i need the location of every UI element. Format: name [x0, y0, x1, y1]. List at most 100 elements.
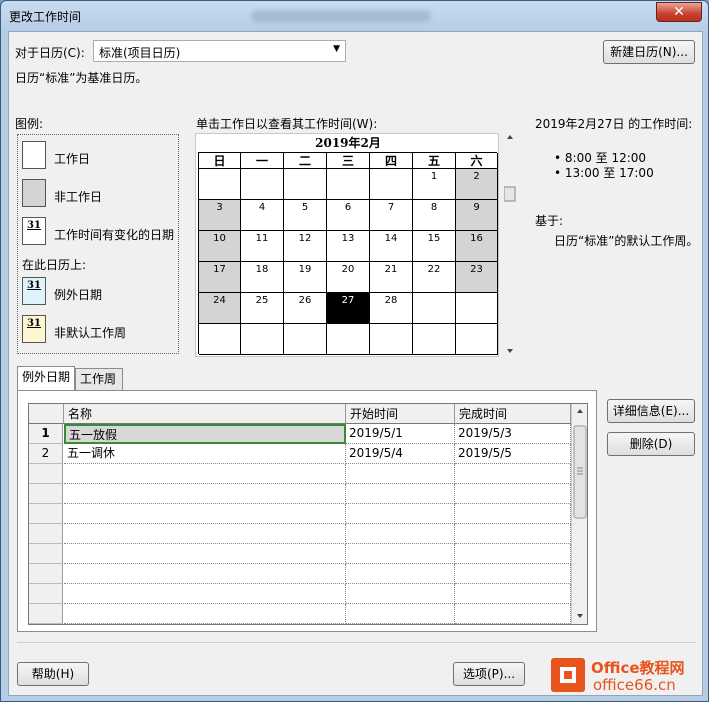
calendar-day-cell[interactable]: 23 [456, 262, 498, 293]
calendar-day-cell[interactable]: 26 [284, 293, 327, 324]
legend-nonworking-day: 非工作日 [54, 190, 103, 204]
calendar-scrollbar[interactable] [503, 133, 516, 357]
delete-button[interactable]: 删除(D) [607, 432, 695, 456]
table-cell-finish[interactable]: 2019/5/3 [455, 424, 571, 444]
row-header[interactable]: 2 [29, 444, 63, 464]
table-cell-start[interactable]: 2019/5/1 [346, 424, 455, 444]
calendar-day-cell[interactable]: 5 [284, 200, 327, 231]
calendar-day-cell[interactable] [199, 169, 241, 200]
table-cell-name[interactable] [64, 604, 346, 624]
table-cell-start[interactable] [346, 504, 455, 524]
table-cell-finish[interactable] [455, 524, 571, 544]
calendar-day-cell[interactable] [413, 293, 456, 324]
calendar-day-cell[interactable] [413, 324, 456, 355]
calendar-day-cell[interactable] [327, 169, 370, 200]
tab-exceptions[interactable]: 例外日期 [17, 366, 75, 391]
row-header[interactable] [29, 564, 63, 584]
table-cell-finish[interactable] [455, 504, 571, 524]
column-header-start[interactable]: 开始时间 [346, 404, 455, 424]
table-cell-finish[interactable] [455, 544, 571, 564]
calendar-day-cell[interactable]: 9 [456, 200, 498, 231]
calendar-day-cell[interactable]: 8 [413, 200, 456, 231]
table-cell-start[interactable] [346, 524, 455, 544]
row-header[interactable] [29, 524, 63, 544]
calendar-day-cell[interactable]: 16 [456, 231, 498, 262]
table-cell-name[interactable]: 五一放假 [64, 424, 346, 444]
table-cell-finish[interactable] [455, 464, 571, 484]
row-header[interactable] [29, 484, 63, 504]
calendar-day-cell[interactable]: 14 [370, 231, 413, 262]
calendar-day-cell[interactable] [241, 324, 284, 355]
table-cell-start[interactable] [346, 604, 455, 624]
row-header[interactable] [29, 604, 63, 624]
calendar-select[interactable]: 标准(项目日历) ▼ [93, 40, 346, 62]
table-cell-name[interactable] [64, 504, 346, 524]
calendar-day-cell[interactable] [284, 324, 327, 355]
row-header[interactable] [29, 584, 63, 604]
calendar-day-cell[interactable]: 18 [241, 262, 284, 293]
calendar-day-cell[interactable]: 17 [199, 262, 241, 293]
table-cell-start[interactable] [346, 584, 455, 604]
calendar-day-cell[interactable] [456, 293, 498, 324]
table-cell-start[interactable] [346, 464, 455, 484]
calendar-day-cell[interactable]: 27 [327, 293, 370, 324]
table-cell-finish[interactable] [455, 484, 571, 504]
calendar-day-cell[interactable]: 22 [413, 262, 456, 293]
calendar-day-cell[interactable]: 1 [413, 169, 456, 200]
options-button[interactable]: 选项(P)... [453, 662, 525, 686]
calendar-day-cell[interactable]: 15 [413, 231, 456, 262]
calendar-day-cell[interactable] [456, 324, 498, 355]
table-cell-start[interactable] [346, 544, 455, 564]
table-cell-name[interactable] [64, 564, 346, 584]
table-cell-finish[interactable]: 2019/5/5 [455, 444, 571, 464]
column-header-name[interactable]: 名称 [64, 404, 346, 424]
table-cell-start[interactable]: 2019/5/4 [346, 444, 455, 464]
calendar-day-cell[interactable]: 10 [199, 231, 241, 262]
calendar-day-cell[interactable]: 24 [199, 293, 241, 324]
calendar-day-cell[interactable]: 28 [370, 293, 413, 324]
table-cell-name[interactable]: 五一调休 [64, 444, 346, 464]
calendar-day-cell[interactable]: 21 [370, 262, 413, 293]
calendar-day-number: 17 [213, 264, 226, 275]
table-scrollbar[interactable] [571, 404, 587, 624]
calendar-day-cell[interactable]: 6 [327, 200, 370, 231]
table-cell-name[interactable] [64, 544, 346, 564]
row-header[interactable] [29, 504, 63, 524]
table-cell-start[interactable] [346, 484, 455, 504]
column-header-finish[interactable]: 完成时间 [455, 404, 571, 424]
table-cell-name[interactable] [64, 524, 346, 544]
calendar-day-cell[interactable]: 19 [284, 262, 327, 293]
calendar-day-cell[interactable]: 13 [327, 231, 370, 262]
calendar-day-cell[interactable]: 4 [241, 200, 284, 231]
calendar-day-cell[interactable] [241, 169, 284, 200]
row-header[interactable]: 1 [29, 424, 63, 444]
table-cell-name[interactable] [64, 484, 346, 504]
calendar-day-cell[interactable]: 12 [284, 231, 327, 262]
calendar-day-cell[interactable] [370, 324, 413, 355]
calendar-day-cell[interactable]: 25 [241, 293, 284, 324]
new-calendar-button[interactable]: 新建日历(N)... [603, 40, 695, 64]
table-cell-finish[interactable] [455, 604, 571, 624]
row-header[interactable] [29, 464, 63, 484]
help-button[interactable]: 帮助(H) [17, 662, 89, 686]
exceptions-table: 名称 开始时间 完成时间 1 五一放假 2019/5/1 2019/5/3 2 五一调休 2… [28, 403, 588, 625]
table-cell-name[interactable] [64, 584, 346, 604]
calendar-day-cell[interactable]: 20 [327, 262, 370, 293]
calendar-day-cell[interactable] [327, 324, 370, 355]
tab-work-weeks[interactable]: 工作周 [75, 368, 123, 390]
table-cell-name[interactable] [64, 464, 346, 484]
details-button[interactable]: 详细信息(E)... [607, 399, 695, 423]
table-cell-finish[interactable] [455, 564, 571, 584]
calendar-day-cell[interactable]: 7 [370, 200, 413, 231]
calendar-day-cell[interactable]: 3 [199, 200, 241, 231]
row-header[interactable] [29, 544, 63, 564]
calendar-day-cell[interactable] [199, 324, 241, 355]
table-cell-finish[interactable] [455, 584, 571, 604]
table-cell-start[interactable] [346, 564, 455, 584]
close-button[interactable]: ✕ [656, 2, 702, 22]
legend-title: 图例: [15, 117, 44, 131]
calendar-day-cell[interactable]: 2 [456, 169, 498, 200]
calendar-day-cell[interactable]: 11 [241, 231, 284, 262]
calendar-day-cell[interactable] [370, 169, 413, 200]
calendar-day-cell[interactable] [284, 169, 327, 200]
